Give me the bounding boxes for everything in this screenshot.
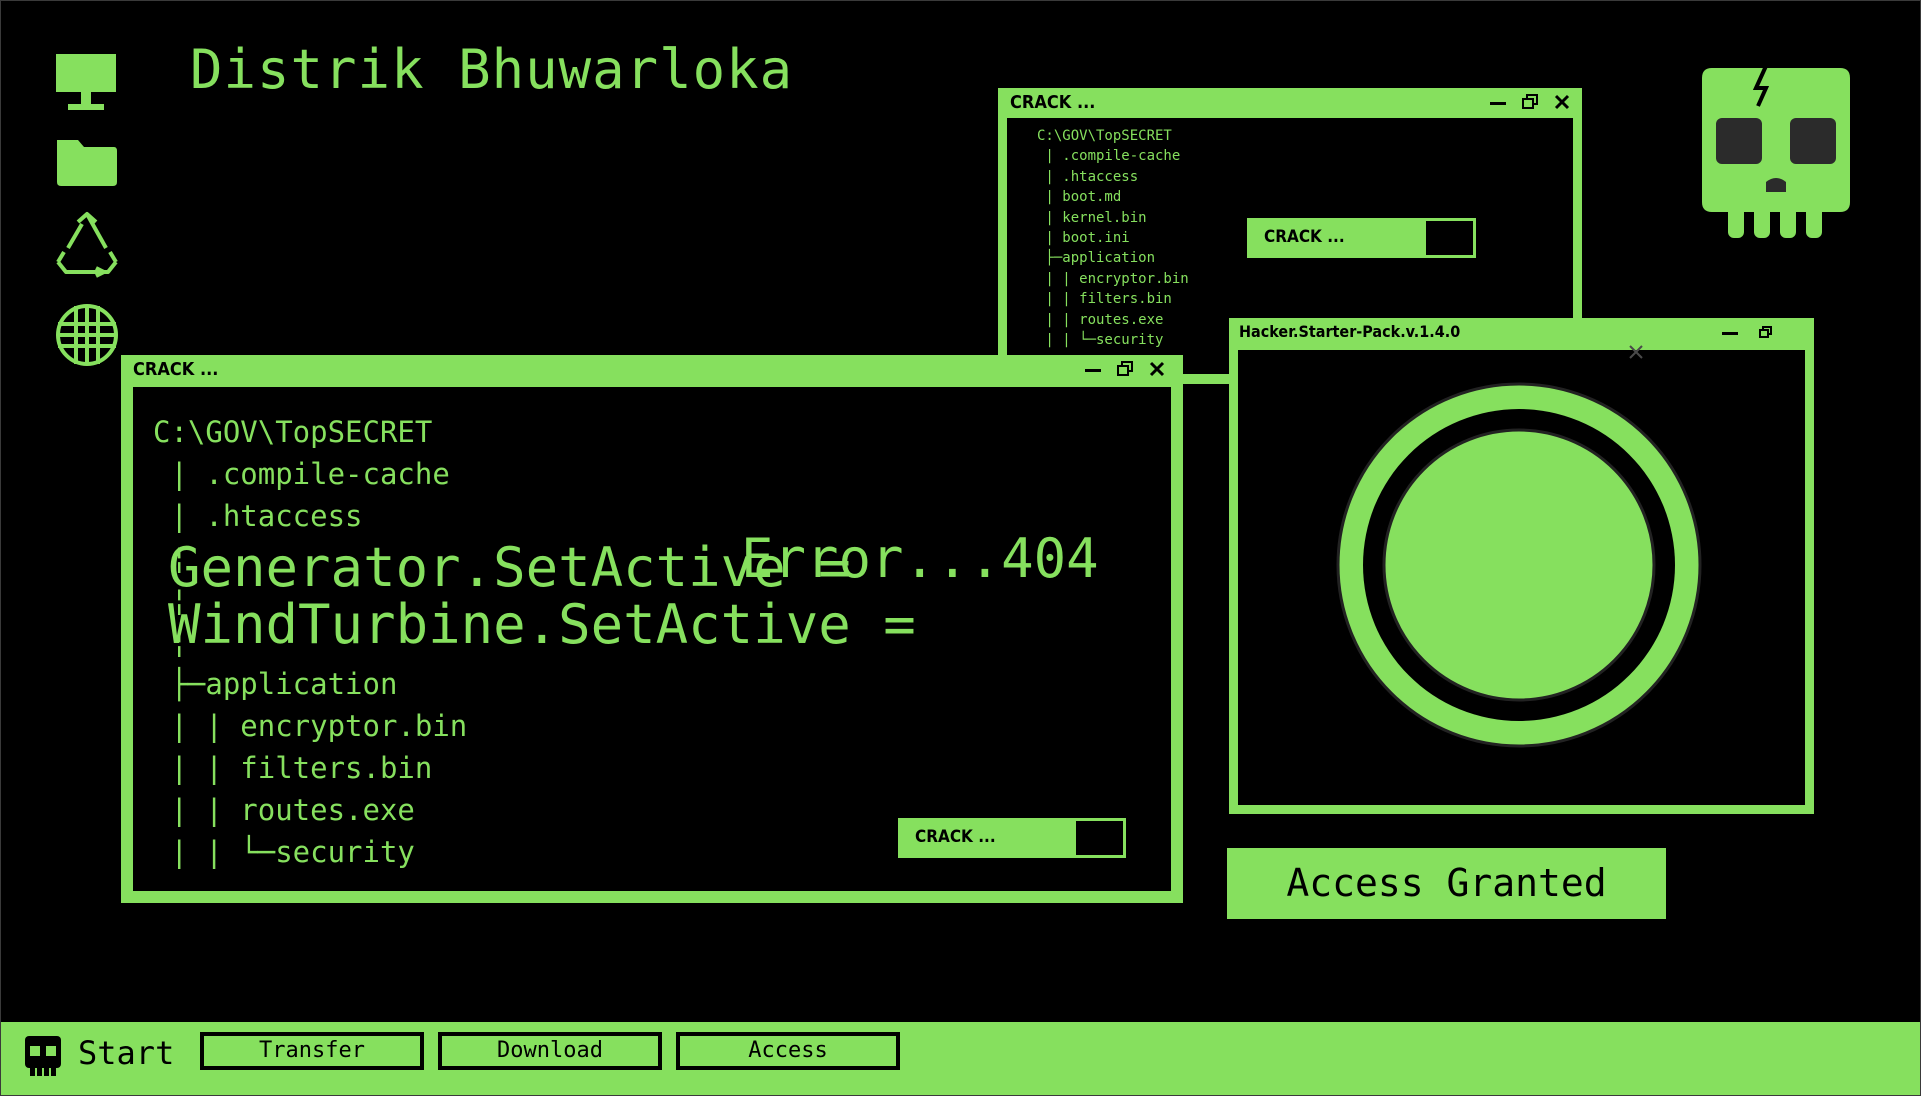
progress-bar: CRACK ... xyxy=(898,818,1126,858)
progress-label: CRACK ... xyxy=(1264,227,1345,247)
progress-bar: CRACK ... xyxy=(1247,218,1476,258)
title-bar[interactable]: CRACK ... xyxy=(121,355,1183,385)
window-title: Hacker.Starter-Pack.v.1.4.0 xyxy=(1239,322,1461,341)
close-icon[interactable] xyxy=(1147,359,1167,379)
desktop: Distrik Bhuwarloka CRACK ... C:\GOV\TopS… xyxy=(0,0,1921,1096)
file-tree: C:\GOV\TopSECRET | .compile-cache | .hta… xyxy=(1037,128,1189,349)
minimize-icon[interactable] xyxy=(1720,322,1740,342)
window-body xyxy=(1238,345,1805,805)
window-body: C:\GOV\TopSECRET | .compile-cache | .hta… xyxy=(133,387,1171,891)
title-bar[interactable]: CRACK ... xyxy=(998,88,1582,118)
minimize-icon[interactable] xyxy=(1488,92,1508,112)
title-bar[interactable]: Hacker.Starter-Pack.v.1.4.0 xyxy=(1229,318,1814,348)
page-title: Distrik Bhuwarloka xyxy=(190,38,794,101)
minimize-icon[interactable] xyxy=(1083,359,1103,379)
download-button[interactable]: Download xyxy=(438,1032,662,1070)
transfer-button[interactable]: Transfer xyxy=(200,1032,424,1070)
hacker-window[interactable]: Hacker.Starter-Pack.v.1.4.0 xyxy=(1229,318,1814,814)
file-tree-bottom: ├─application | | encryptor.bin | | filt… xyxy=(170,667,468,869)
access-button[interactable]: Access xyxy=(676,1032,900,1070)
taskbar: Start Transfer Download Access xyxy=(0,1022,1921,1096)
windturbine-line: WindTurbine.SetActive = xyxy=(168,593,916,656)
progress-label: CRACK ... xyxy=(915,827,996,847)
crack-window-main[interactable]: CRACK ... C:\GOV\TopSECRET | .compile-ca… xyxy=(121,355,1183,903)
close-icon[interactable] xyxy=(1552,92,1572,112)
restore-icon[interactable] xyxy=(1756,322,1776,342)
power-button-graphic[interactable] xyxy=(1238,350,1805,805)
recycle-icon[interactable] xyxy=(52,210,122,280)
window-title: CRACK ... xyxy=(1010,92,1096,113)
folder-icon[interactable] xyxy=(52,128,122,198)
divider xyxy=(1180,374,1230,384)
restore-icon[interactable] xyxy=(1520,92,1540,112)
restore-icon[interactable] xyxy=(1115,359,1135,379)
access-granted-button[interactable]: Access Granted xyxy=(1227,848,1666,919)
start-button[interactable]: Start xyxy=(78,1034,174,1072)
skull-icon[interactable] xyxy=(1700,62,1852,242)
start-skull-icon[interactable] xyxy=(24,1034,62,1078)
window-title: CRACK ... xyxy=(133,359,219,380)
monitor-icon[interactable] xyxy=(52,48,122,118)
globe-icon[interactable] xyxy=(52,300,122,370)
generator-result: Error...404 xyxy=(741,527,1099,590)
